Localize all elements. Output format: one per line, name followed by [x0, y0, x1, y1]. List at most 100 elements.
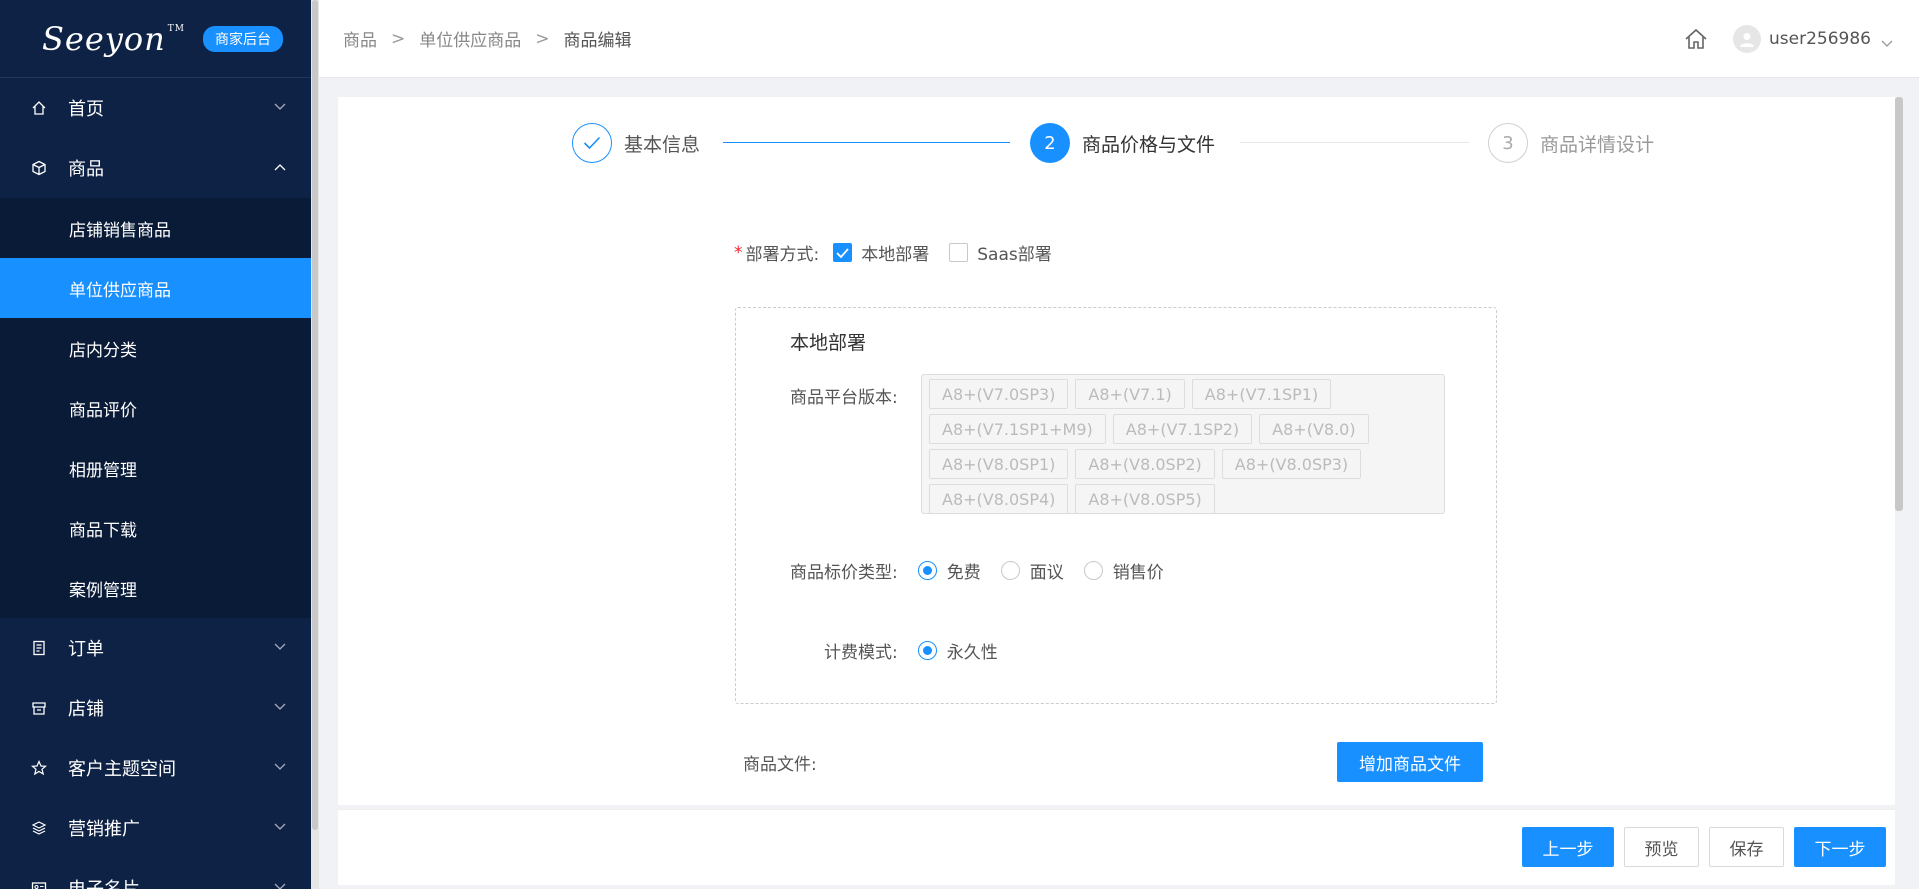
breadcrumb-unit-goods[interactable]: 单位供应商品	[419, 26, 521, 51]
sub-label: 商品评价	[69, 400, 137, 421]
local-deploy-label[interactable]: 本地部署	[861, 240, 929, 265]
chevron-down-icon[interactable]	[1881, 33, 1893, 47]
chevron-down-icon	[273, 760, 287, 774]
menu-item-goods[interactable]: 商品	[0, 138, 311, 198]
price-sale-radio[interactable]	[1083, 561, 1103, 580]
sidebar-item-category[interactable]: 店内分类	[0, 318, 311, 378]
shop-icon	[30, 699, 48, 717]
prev-step-button[interactable]: 上一步	[1522, 827, 1614, 867]
version-tag: A8+(V8.0SP1)	[929, 449, 1069, 479]
seeyon-logo: Seeyon TM	[42, 19, 185, 58]
local-deploy-checkbox[interactable]	[833, 243, 853, 262]
chevron-down-icon	[273, 640, 287, 654]
file-row: 商品文件:	[743, 750, 817, 775]
home-icon	[30, 99, 48, 117]
order-icon	[30, 639, 48, 657]
step-detail-design[interactable]: 3 商品详情设计	[1488, 123, 1654, 163]
saas-deploy-label[interactable]: Saas部署	[977, 240, 1051, 265]
breadcrumb: 商品 > 单位供应商品 > 商品编辑	[319, 26, 632, 52]
check-icon	[572, 123, 612, 163]
step-label: 商品价格与文件	[1082, 133, 1216, 156]
menu-label: 首页	[68, 99, 104, 120]
menu-item-ecard[interactable]: 电子名片	[0, 858, 311, 889]
version-tag: A8+(V7.1SP1)	[1191, 379, 1332, 409]
merchant-badge: 商家后台	[202, 25, 283, 52]
version-tag: A8+(V8.0)	[1259, 414, 1369, 444]
billing-permanent-radio[interactable]	[917, 641, 937, 660]
step-price-files[interactable]: 2 商品价格与文件	[1030, 123, 1215, 163]
sub-label: 单位供应商品	[69, 280, 171, 301]
menu-label: 商品	[68, 159, 104, 180]
sidebar-scroll-thumb[interactable]	[312, 0, 318, 830]
version-tag: A8+(V7.1SP2)	[1112, 414, 1253, 444]
goods-submenu: 店铺销售商品 单位供应商品 店内分类 商品评价 相册管理 商品下载 案例管理	[0, 198, 311, 618]
menu-item-shop[interactable]: 店铺	[0, 678, 311, 738]
chevron-down-icon	[273, 700, 287, 714]
menu-label: 营销推广	[68, 819, 140, 840]
platform-version-select[interactable]: A8+(V7.0SP3) A8+(V7.1) A8+(V7.1SP1) A8+(…	[921, 374, 1445, 514]
menu-label: 店铺	[68, 699, 104, 720]
billing-permanent-label[interactable]: 永久性	[947, 638, 998, 663]
saas-deploy-checkbox[interactable]	[949, 243, 969, 262]
preview-button[interactable]: 预览	[1624, 827, 1699, 867]
chevron-down-icon	[273, 820, 287, 834]
local-deploy-title: 本地部署	[790, 332, 867, 354]
version-tag: A8+(V8.0SP5)	[1075, 484, 1215, 514]
sidebar-item-store-goods[interactable]: 店铺销售商品	[0, 198, 311, 258]
sidebar-item-reviews[interactable]: 商品评价	[0, 378, 311, 438]
sub-label: 案例管理	[69, 580, 137, 601]
step-label: 基本信息	[624, 133, 701, 156]
menu-item-home[interactable]: 首页	[0, 78, 311, 138]
step-basic-info[interactable]: 基本信息	[572, 123, 700, 163]
version-tag: A8+(V7.1SP1+M9)	[929, 414, 1106, 444]
chevron-down-icon	[273, 880, 287, 889]
sidebar-item-albums[interactable]: 相册管理	[0, 438, 311, 498]
step-label: 商品详情设计	[1540, 133, 1655, 156]
deploy-mode-row: * 部署方式: 本地部署 Saas部署	[734, 240, 1072, 266]
sub-label: 店内分类	[69, 340, 137, 361]
sidebar-item-unit-goods[interactable]: 单位供应商品	[0, 258, 311, 318]
price-type-label: 商品标价类型:	[790, 563, 898, 583]
star-icon	[30, 759, 48, 777]
file-label: 商品文件:	[743, 755, 817, 775]
main-content: 基本信息 2 商品价格与文件 3 商品详情设计 * 部署方式: 本地部署 Saa…	[338, 97, 1895, 805]
chevron-down-icon	[273, 100, 287, 114]
price-free-label[interactable]: 免费	[947, 558, 981, 583]
billing-label: 计费模式:	[824, 643, 898, 663]
menu-item-orders[interactable]: 订单	[0, 618, 311, 678]
sidebar-item-downloads[interactable]: 商品下载	[0, 498, 311, 558]
save-button[interactable]: 保存	[1709, 827, 1784, 867]
step-connector-todo	[1240, 142, 1469, 143]
version-tag: A8+(V8.0SP3)	[1221, 449, 1362, 479]
breadcrumb-separator: >	[535, 28, 550, 49]
sub-label: 店铺销售商品	[69, 220, 171, 241]
logo-bar: Seeyon TM 商家后台	[0, 0, 311, 78]
menu-item-customer-space[interactable]: 客户主题空间	[0, 738, 311, 798]
sub-label: 商品下载	[69, 520, 137, 541]
price-negotiable-label[interactable]: 面议	[1030, 558, 1064, 583]
next-step-button[interactable]: 下一步	[1794, 827, 1886, 867]
home-icon[interactable]	[1683, 26, 1709, 52]
version-tag: A8+(V7.0SP3)	[929, 379, 1069, 409]
step-number: 3	[1488, 123, 1528, 163]
price-sale-label[interactable]: 销售价	[1113, 558, 1164, 583]
price-free-radio[interactable]	[917, 561, 937, 580]
sidebar-scrollbar[interactable]	[311, 0, 319, 889]
card-icon	[30, 879, 48, 889]
sub-label: 相册管理	[69, 460, 137, 481]
add-file-button[interactable]: 增加商品文件	[1337, 742, 1483, 782]
platform-version-row: 商品平台版本:	[790, 383, 898, 408]
breadcrumb-goods[interactable]: 商品	[343, 26, 377, 51]
version-tag: A8+(V8.0SP4)	[929, 484, 1069, 514]
content-scrollbar[interactable]	[1895, 97, 1903, 511]
breadcrumb-current: 商品编辑	[563, 31, 632, 51]
sidebar-item-cases[interactable]: 案例管理	[0, 558, 311, 618]
avatar[interactable]	[1733, 25, 1762, 53]
price-negotiable-radio[interactable]	[1000, 561, 1020, 580]
price-type-row: 商品标价类型: 免费 面议 销售价	[790, 558, 1184, 583]
version-tag: A8+(V7.1)	[1075, 379, 1185, 409]
menu-item-marketing[interactable]: 营销推广	[0, 798, 311, 858]
cube-icon	[30, 159, 48, 177]
username[interactable]: user256986	[1769, 29, 1871, 49]
header-right: user256986	[1683, 0, 1893, 78]
